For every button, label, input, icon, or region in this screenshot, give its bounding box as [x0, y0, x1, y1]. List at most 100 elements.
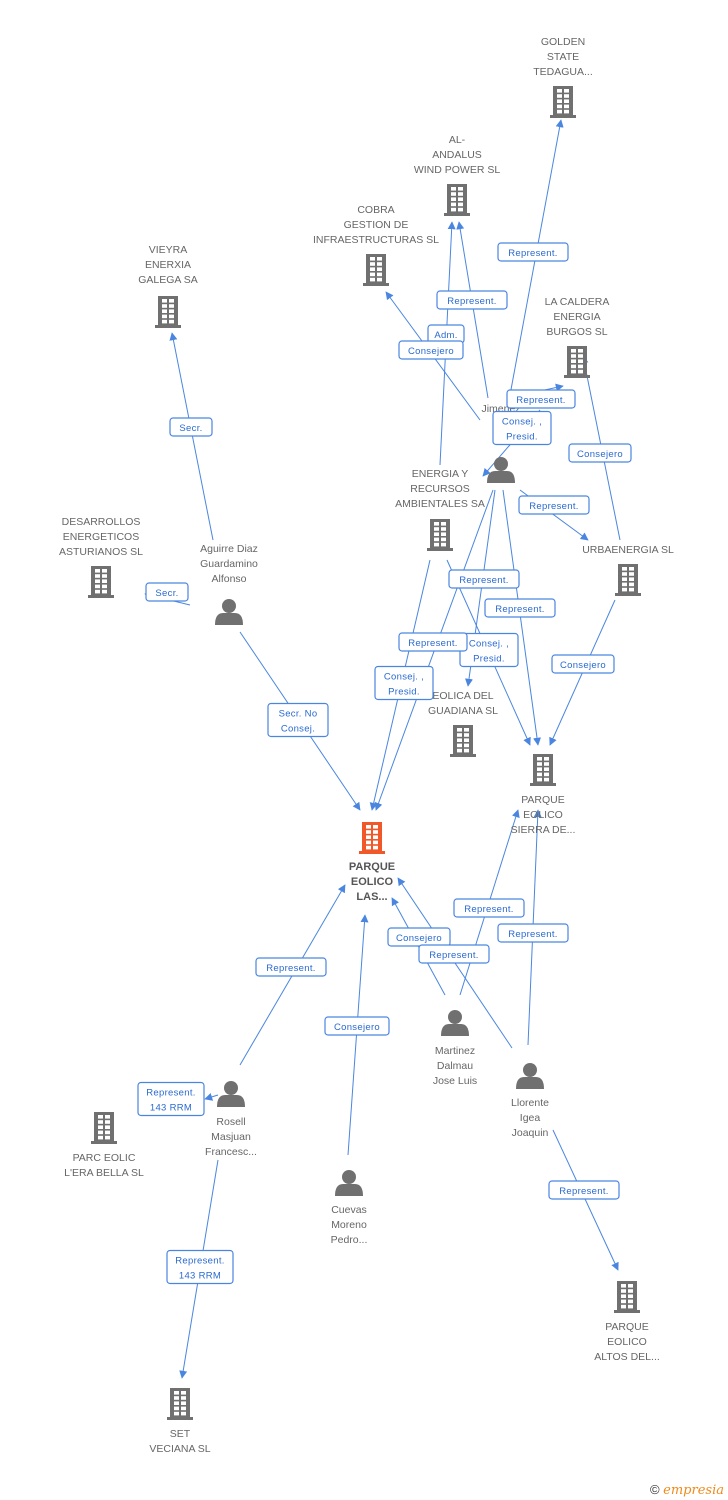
company-node-guadiana[interactable]: EOLICA DEL GUADIANA SL [428, 690, 498, 757]
company-node-vieyra[interactable]: VIEYRA ENERXIA GALEGA SA [138, 244, 198, 328]
person-node-martinez[interactable]: Martinez Dalmau Jose Luis [433, 1010, 477, 1087]
building-icon [450, 725, 476, 757]
node-label: EOLICA DEL [432, 690, 493, 702]
company-node-alandalus[interactable]: AL- ANDALUS WIND POWER SL [414, 134, 500, 216]
node-label: BURGOS SL [546, 326, 607, 338]
person-node-llorente[interactable]: Llorente Igea Joaquin [511, 1063, 549, 1139]
relation-label[interactable]: Consejero [568, 443, 632, 463]
relation-label-text: Presid. [388, 687, 420, 698]
relation-label[interactable]: Consej. , Presid. [374, 665, 434, 701]
node-label: ENERXIA [145, 259, 191, 271]
node-label: EOLICO [523, 809, 563, 821]
relation-label[interactable]: Secr. No Consej. [267, 702, 329, 738]
node-label: VIEYRA [149, 244, 188, 256]
relation-label[interactable]: Consejero [387, 927, 451, 947]
company-node-lacaldera[interactable]: LA CALDERA ENERGIA BURGOS SL [545, 296, 610, 378]
main-company-node[interactable]: PARQUE EOLICO LAS... [349, 822, 395, 903]
relation-label[interactable]: Represent. [497, 242, 569, 262]
node-label: AL- [449, 134, 466, 146]
node-label: Cuevas [331, 1204, 367, 1216]
relation-label-text: Secr. [155, 588, 178, 599]
relation-label[interactable]: Represent. [518, 495, 590, 515]
relation-label-text: Consejero [577, 449, 623, 460]
relation-label-text: Presid. [506, 432, 538, 443]
relation-labels-layer: Represent. Represent. Adm. Consejero Represe… [137, 242, 632, 1285]
relation-label-text: Consejero [408, 346, 454, 357]
company-node-desarrollos[interactable]: DESARROLLOS ENERGETICOS ASTURIANOS SL [59, 516, 143, 598]
company-node-veciana[interactable]: SET VECIANA SL [149, 1388, 211, 1455]
relation-label-text: Represent. [175, 1256, 224, 1267]
node-label: GESTION DE [344, 219, 409, 231]
node-label: Guardamino [200, 558, 258, 570]
company-node-cobra[interactable]: COBRA GESTION DE INFRAESTRUCTURAS SL [313, 204, 439, 286]
relation-label[interactable]: Adm. [427, 324, 465, 344]
relation-label[interactable]: Consejero [551, 654, 615, 674]
relation-label[interactable]: Represent. [436, 290, 508, 310]
node-label: ANDALUS [432, 149, 482, 161]
relation-label[interactable]: Represent. 143 RRM [166, 1249, 234, 1285]
relation-label[interactable]: Secr. [145, 582, 189, 602]
node-label: STATE [547, 51, 579, 63]
relation-label[interactable]: Consej. , Presid. [492, 410, 552, 446]
node-label: ENERGIA [553, 311, 600, 323]
relation-label[interactable]: Consejero [324, 1016, 390, 1036]
building-icon [91, 1112, 117, 1144]
relation-label[interactable]: Represent. [448, 569, 520, 589]
company-node-altos[interactable]: PARQUE EOLICO ALTOS DEL... [594, 1281, 660, 1363]
node-label: L'ERA BELLA SL [64, 1167, 144, 1179]
relation-label-text: Represent. [559, 1186, 608, 1197]
relation-label-text: Represent. [508, 929, 557, 940]
building-icon [359, 822, 385, 854]
relation-label[interactable]: Represent. [453, 898, 525, 918]
node-label: Pedro... [331, 1234, 368, 1246]
building-icon [615, 564, 641, 596]
person-node-rosell[interactable]: Rosell Masjuan Francesc... [205, 1081, 257, 1158]
relation-label[interactable]: Represent. [506, 389, 576, 409]
relation-label[interactable]: Represent. [497, 923, 569, 943]
relation-label-text: Represent. [495, 604, 544, 615]
person-node-aguirre[interactable]: Aguirre Diaz Guardamino Alfonso [200, 543, 258, 625]
node-label: EOLICO [607, 1336, 647, 1348]
node-label: Rosell [216, 1116, 245, 1128]
person-icon [335, 1170, 363, 1196]
relation-label[interactable]: Consej. , Presid. [459, 632, 519, 668]
node-label: Francesc... [205, 1146, 257, 1158]
relation-label-text: 143 RRM [150, 1103, 192, 1114]
relation-label[interactable]: Represent. [548, 1180, 620, 1200]
company-node-parceolic[interactable]: PARC EOLIC L'ERA BELLA SL [64, 1112, 144, 1179]
company-node-golden[interactable]: GOLDEN STATE TEDAGUA... [533, 36, 593, 118]
relation-label[interactable]: Represent. [398, 632, 468, 652]
building-icon [550, 86, 576, 118]
node-label: Martinez [435, 1045, 475, 1057]
node-label: Moreno [331, 1219, 367, 1231]
company-node-sierra[interactable]: PARQUE EOLICO SIERRA DE... [511, 754, 576, 836]
relation-label-text: Represent. [447, 296, 496, 307]
building-icon [155, 296, 181, 328]
node-label: ENERGIA Y [412, 468, 468, 480]
relation-label[interactable]: Represent. [255, 957, 327, 977]
relation-label-text: Represent. [459, 575, 508, 586]
node-label: GUADIANA SL [428, 705, 498, 717]
node-label: TEDAGUA... [533, 66, 593, 78]
node-label: PARQUE [521, 794, 565, 806]
node-label: RECURSOS [410, 483, 470, 495]
node-label: WIND POWER SL [414, 164, 500, 176]
relation-label-text: Consejero [396, 933, 442, 944]
company-node-urbaenergia[interactable]: URBAENERGIA SL [582, 544, 674, 596]
person-icon [516, 1063, 544, 1089]
building-icon [614, 1281, 640, 1313]
building-icon [167, 1388, 193, 1420]
person-node-cuevas[interactable]: Cuevas Moreno Pedro... [331, 1170, 368, 1246]
relation-label[interactable]: Represent. [484, 598, 556, 618]
relation-label[interactable]: Consejero [398, 340, 464, 360]
node-label: INFRAESTRUCTURAS SL [313, 234, 439, 246]
relation-label[interactable]: Represent. [418, 944, 490, 964]
node-label: ENERGETICOS [63, 531, 139, 543]
relation-label-text: Consej. , [502, 417, 542, 428]
empresia-logo[interactable]: empresia [663, 1483, 724, 1498]
node-label: GOLDEN [541, 36, 585, 48]
node-label: VECIANA SL [149, 1443, 210, 1455]
company-node-energia[interactable]: ENERGIA Y RECURSOS AMBIENTALES SA [395, 468, 485, 551]
relation-label[interactable]: Represent. 143 RRM [137, 1081, 205, 1117]
relation-label[interactable]: Secr. [169, 417, 213, 437]
